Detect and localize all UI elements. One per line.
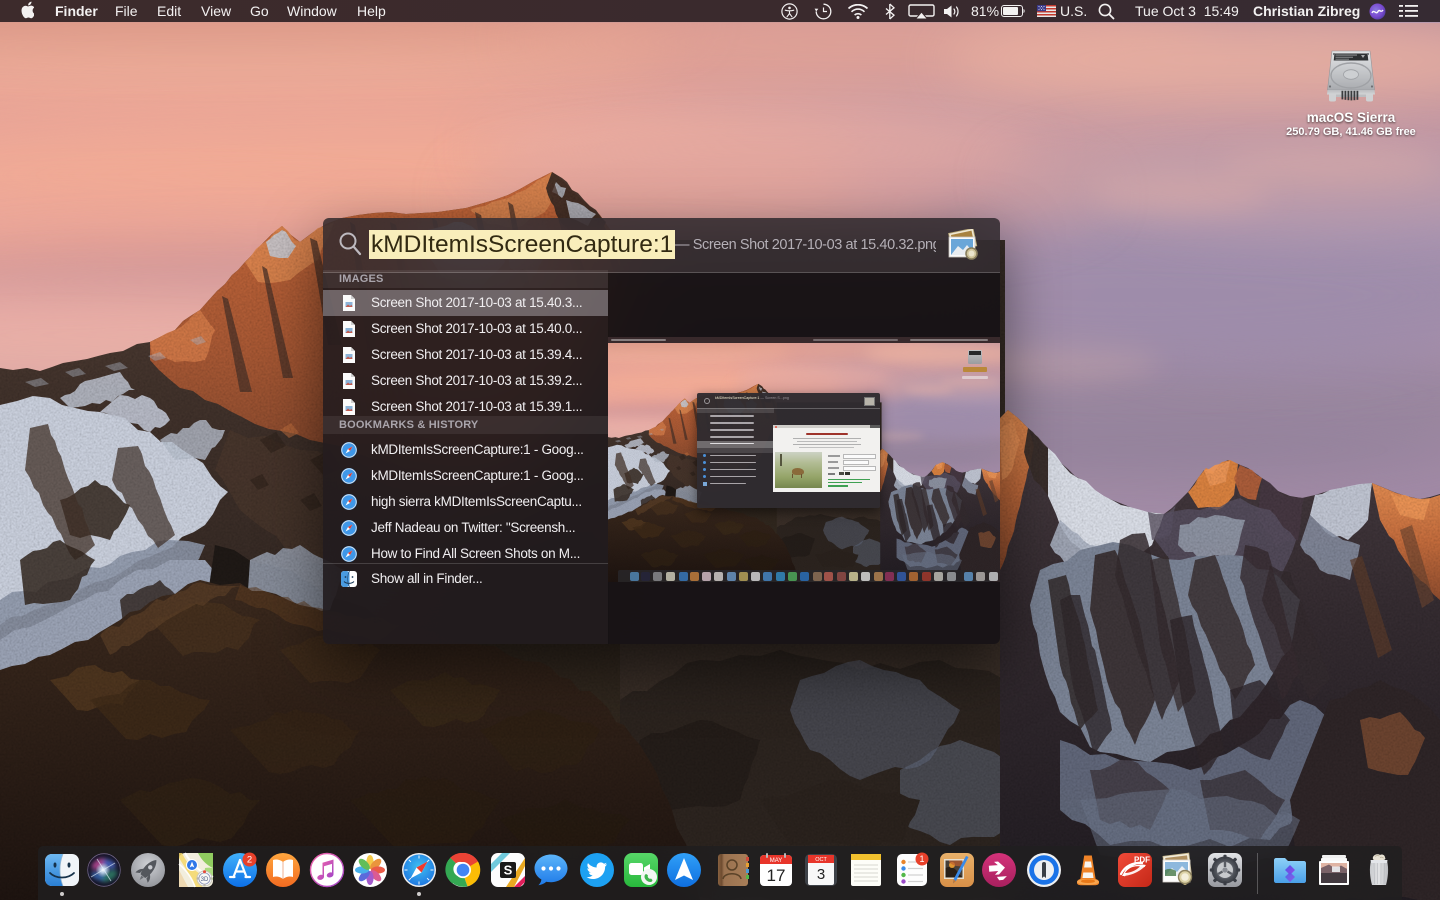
svg-text:S: S xyxy=(504,863,513,878)
svg-text:MAY: MAY xyxy=(770,858,783,864)
svg-text:17: 17 xyxy=(767,866,786,885)
svg-text:3: 3 xyxy=(816,866,824,883)
svg-text:3D: 3D xyxy=(200,877,208,883)
svg-text:1: 1 xyxy=(919,854,924,864)
svg-text:PDF: PDF xyxy=(1134,856,1150,865)
svg-text:OCT: OCT xyxy=(815,857,827,863)
svg-text:2: 2 xyxy=(247,855,252,866)
